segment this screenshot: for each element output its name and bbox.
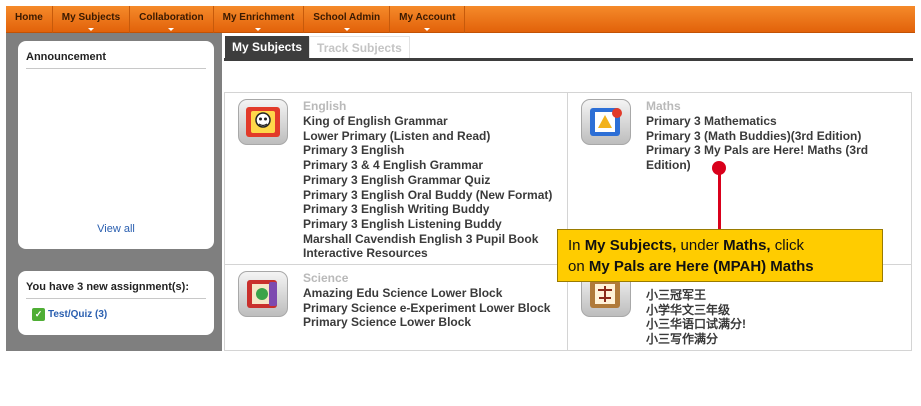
course-link[interactable]: Primary 3 English Listening Buddy: [303, 217, 565, 232]
callout-bold: Maths,: [723, 237, 771, 254]
chevron-down-icon: [168, 28, 175, 31]
course-link[interactable]: Primary 3 English Writing Buddy: [303, 202, 565, 217]
announcement-title: Announcement: [26, 51, 107, 63]
chevron-down-icon: [424, 28, 431, 31]
nav-my-enrichment[interactable]: My Enrichment: [214, 6, 305, 33]
divider: [26, 68, 206, 69]
tab-underline: [224, 58, 913, 61]
nav-home[interactable]: Home: [6, 6, 53, 33]
nav-home-label: Home: [15, 12, 43, 23]
nav-school-admin[interactable]: School Admin: [304, 6, 391, 33]
course-link[interactable]: Primary 3 & 4 English Grammar: [303, 158, 565, 173]
nav-my-subjects-label: My Subjects: [61, 12, 121, 23]
instruction-callout: In My Subjects, under Maths, click on My…: [557, 229, 883, 282]
course-link[interactable]: Primary 3 (Math Buddies)(3rd Edition): [646, 129, 908, 144]
left-sidebar: Announcement View all You have 3 new ass…: [6, 33, 222, 351]
course-link[interactable]: King of English Grammar: [303, 114, 565, 129]
callout-text: click: [770, 237, 804, 254]
callout-pointer-line: [718, 168, 721, 230]
course-link[interactable]: Interactive Resources: [303, 246, 565, 261]
subject-cell-english: English King of English Grammar Lower Pr…: [225, 93, 568, 265]
subject-tabs: My Subjects Track Subjects: [225, 36, 410, 58]
top-navigation-bar: Home My Subjects Collaboration My Enrich…: [6, 6, 915, 33]
chevron-down-icon: [343, 28, 350, 31]
english-course-list: King of English Grammar Lower Primary (L…: [303, 114, 565, 261]
divider: [26, 298, 206, 299]
nav-my-enrichment-label: My Enrichment: [222, 12, 295, 23]
subject-cell-science: Science Amazing Edu Science Lower Block …: [225, 265, 568, 350]
chinese-course-list: 小三冠军王 小学华文三年级 小三华语口试满分! 小三写作满分: [646, 288, 908, 347]
maths-book-icon[interactable]: [581, 99, 631, 145]
nav-my-subjects[interactable]: My Subjects: [53, 6, 131, 33]
course-link[interactable]: 小三写作满分: [646, 332, 908, 347]
test-quiz-label: Test/Quiz (3): [48, 309, 108, 320]
callout-bold: My Subjects,: [584, 237, 677, 254]
course-link[interactable]: 小学华文三年级: [646, 303, 908, 318]
course-link-mpah-maths[interactable]: Primary 3 My Pals are Here! Maths (3rd E…: [646, 143, 908, 172]
subject-heading-science: Science: [303, 271, 349, 285]
callout-text: In: [568, 237, 585, 254]
assignments-title: You have 3 new assignment(s):: [26, 281, 190, 293]
english-book-icon[interactable]: [238, 99, 288, 145]
announcement-card: Announcement View all: [18, 41, 214, 249]
course-link[interactable]: Lower Primary (Listen and Read): [303, 129, 565, 144]
science-course-list: Amazing Edu Science Lower Block Primary …: [303, 286, 565, 330]
course-link[interactable]: Primary 3 English Oral Buddy (New Format…: [303, 188, 565, 203]
tab-track-subjects[interactable]: Track Subjects: [309, 36, 410, 58]
maths-course-list: Primary 3 Mathematics Primary 3 (Math Bu…: [646, 114, 908, 173]
callout-line-2: on My Pals are Here (MPAH) Maths: [568, 256, 882, 277]
subject-heading-maths: Maths: [646, 99, 681, 113]
quiz-check-icon: ✓: [32, 308, 45, 321]
callout-line-1: In My Subjects, under Maths, click: [568, 235, 882, 256]
subjects-grid: English King of English Grammar Lower Pr…: [224, 92, 912, 351]
view-all-link[interactable]: View all: [18, 223, 214, 235]
course-link[interactable]: Primary 3 English Grammar Quiz: [303, 173, 565, 188]
assignments-card: You have 3 new assignment(s): ✓ Test/Qui…: [18, 271, 214, 335]
course-link[interactable]: 小三冠军王: [646, 288, 908, 303]
nav-collaboration-label: Collaboration: [139, 12, 204, 23]
main-content: My Subjects Track Subjects English King …: [222, 33, 915, 351]
nav-my-account[interactable]: My Account: [390, 6, 466, 33]
callout-bold: My Pals are Here (MPAH) Maths: [588, 258, 814, 275]
tab-my-subjects[interactable]: My Subjects: [225, 36, 310, 58]
subject-heading-english: English: [303, 99, 347, 113]
course-link[interactable]: Primary Science Lower Block: [303, 315, 565, 330]
nav-school-admin-label: School Admin: [313, 12, 381, 23]
course-link[interactable]: 小三华语口试满分!: [646, 317, 908, 332]
chevron-down-icon: [255, 28, 262, 31]
nav-my-account-label: My Account: [399, 12, 456, 23]
chevron-down-icon: [87, 28, 94, 31]
test-quiz-link[interactable]: ✓ Test/Quiz (3): [32, 308, 107, 321]
course-link[interactable]: Primary Science e-Experiment Lower Block: [303, 301, 565, 316]
course-link[interactable]: Amazing Edu Science Lower Block: [303, 286, 565, 301]
science-book-icon[interactable]: [238, 271, 288, 317]
course-link[interactable]: Primary 3 Mathematics: [646, 114, 908, 129]
callout-text: under: [676, 237, 724, 254]
course-link[interactable]: Marshall Cavendish English 3 Pupil Book: [303, 232, 565, 247]
course-link[interactable]: Primary 3 English: [303, 143, 565, 158]
nav-collaboration[interactable]: Collaboration: [130, 6, 214, 33]
callout-text: on: [568, 258, 589, 275]
